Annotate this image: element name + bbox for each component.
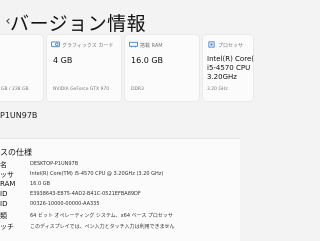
processor-card-value-3: 3.20GHz [207, 73, 237, 81]
spec-value: 16.0 GB [30, 181, 51, 187]
spec-value: 00326-10000-00000-AA335 [30, 201, 100, 207]
ram-card-title: 搭載 RAM [140, 43, 163, 49]
graphics-card: グラフィックス カード 4 GB NVIDIA GeForce GTX 970 [46, 34, 122, 102]
gpu-icon [51, 41, 60, 48]
spec-label: 名 [0, 161, 7, 169]
spec-value: Intel(R) Core(TM) i5-4570 CPU @ 3.20GHz … [30, 171, 164, 177]
ram-card-sub: DDR3 [131, 87, 144, 92]
spec-value: DESKTOP-P1UN97B [30, 161, 79, 167]
spec-value: このディスプレイでは、ペン入力とタッチ入力は利用できません [30, 224, 175, 230]
spec-label: ID [0, 190, 8, 198]
ram-icon [129, 41, 138, 48]
page-title: バージョン情報 [10, 13, 147, 35]
processor-card-title: プロセッサ [218, 43, 244, 49]
storage-sub: GB / 238 GB [1, 87, 29, 92]
processor-card-sub: 3.20 GHz [207, 87, 228, 92]
specs-heading: スの仕様 [0, 148, 32, 157]
spec-value: E3938643-E875-4AD2-B41C-0521EFBA89DF [30, 191, 141, 197]
spec-label: ッサ [0, 171, 14, 179]
graphics-card-title: グラフィックス カード [62, 43, 114, 49]
ram-card: 搭載 RAM 16.0 GB DDR3 [124, 34, 200, 102]
storage-card: GB / 238 GB [0, 34, 44, 102]
device-name-heading: P1UN97B [0, 111, 38, 120]
graphics-card-value: 4 GB [53, 56, 73, 65]
spec-label: RAM [0, 180, 16, 188]
device-specs-section: スの仕様 名 DESKTOP-P1UN97B ッサ Intel(R) Core(… [0, 138, 240, 241]
processor-card: プロセッサ Intel(R) Core( i5-4570 CPU 3.20GHz… [202, 34, 254, 102]
processor-card-value-2: i5-4570 CPU [207, 64, 251, 72]
spec-label: 類 [0, 212, 7, 220]
processor-card-value-1: Intel(R) Core( [207, 55, 254, 63]
spec-label: ッチ [0, 223, 14, 231]
cpu-icon [208, 41, 215, 48]
spec-label: ID [0, 200, 8, 208]
graphics-card-sub: NVIDIA GeForce GTX 970 [53, 87, 110, 92]
spec-value: 64 ビット オペレーティング システム、x64 ベース プロセッサ [30, 213, 173, 219]
ram-card-value: 16.0 GB [131, 56, 164, 65]
